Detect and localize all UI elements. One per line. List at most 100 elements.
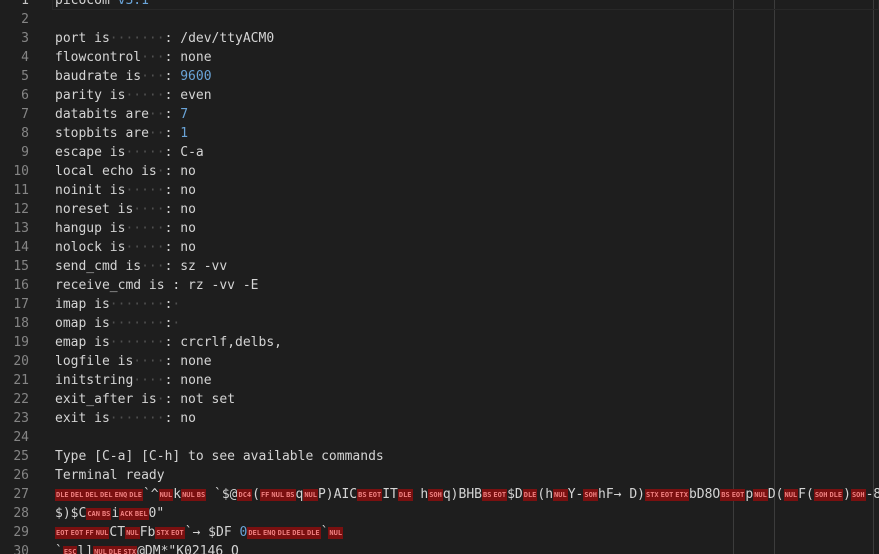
code-line[interactable]: 6 parity is·····: even [0, 86, 879, 105]
code-line[interactable]: 29 EOT EOT FF NULCTNULFbSTX EOT`→ $DF 0DEL ENQ… [0, 523, 879, 542]
line-text[interactable]: local echo is·: no [55, 162, 196, 181]
code-line[interactable]: 3 port is·······: /dev/ttyACM0 [0, 29, 879, 48]
line-text[interactable]: nolock is·····: no [55, 238, 196, 257]
code-line[interactable]: 11 noinit is·····: no [0, 181, 879, 200]
line-text[interactable]: noreset is····: no [55, 200, 196, 219]
code-line[interactable]: 1 picocom v3.1 [0, 0, 879, 10]
line-text[interactable]: DLE DEL DEL DEL ENQ DLE`^NULkNUL BS `$@DC4(FF N… [55, 485, 879, 504]
code-line[interactable]: 20 logfile is····: none [0, 352, 879, 371]
line-text[interactable]: escape is·····: C-a [55, 143, 204, 162]
line-number: 10 [13, 164, 29, 179]
whitespace-marker: ······· [109, 335, 165, 350]
line-text[interactable]: picocom v3.1 [55, 0, 149, 10]
text-token: : [164, 107, 181, 122]
line-number: 22 [13, 392, 29, 407]
line-text[interactable]: $)$CCAN BSiACK BEL0" [55, 504, 164, 523]
line-number: 30 [13, 544, 29, 554]
code-line[interactable]: 2 [0, 10, 879, 29]
code-line[interactable]: 27 DLE DEL DEL DEL ENQ DLE`^NULkNUL BS `$@DC4(F… [0, 485, 879, 504]
code-line[interactable]: 26 Terminal ready [0, 466, 879, 485]
line-text[interactable]: exit_after is·: not set [55, 390, 235, 409]
text-token: bD8O [688, 487, 721, 502]
line-text[interactable]: receive_cmd is : rz -vv -E [55, 276, 259, 295]
line-number: 28 [13, 506, 29, 521]
code-line[interactable]: 15 send_cmd is···: sz -vv [0, 257, 879, 276]
line-text[interactable]: send_cmd is···: sz -vv [55, 257, 227, 276]
line-number: 6 [21, 88, 29, 103]
control-char-badge: BS [720, 489, 731, 501]
text-token: exit_after is [55, 392, 157, 407]
text-token: `$@ [206, 487, 238, 502]
code-line[interactable]: 23 exit is·······: no [0, 409, 879, 428]
line-text[interactable]: emap is·······: crcrlf,delbs, [55, 333, 282, 352]
code-line[interactable]: 22 exit_after is·: not set [0, 390, 879, 409]
line-text[interactable]: databits are··: 7 [55, 105, 188, 124]
control-char-badge: EOT [55, 527, 70, 539]
line-text[interactable]: `ESCl]NUL DLE STX@DM*"K02146 O [55, 542, 239, 554]
code-line[interactable]: 25 Type [C-a] [C-h] to see available comm… [0, 447, 879, 466]
code-line[interactable]: 9 escape is·····: C-a [0, 143, 879, 162]
line-number: 5 [21, 69, 29, 84]
line-text[interactable]: hangup is·····: no [55, 219, 196, 238]
line-text[interactable]: parity is·····: even [55, 86, 212, 105]
line-text[interactable]: omap is·······:· [55, 314, 180, 333]
code-line[interactable]: 28 $)$CCAN BSiACK BEL0" [0, 504, 879, 523]
text-token: P)AIC [317, 487, 358, 502]
whitespace-marker: ····· [125, 145, 165, 160]
whitespace-marker: ·· [148, 126, 165, 141]
line-text[interactable]: stopbits are··: 1 [55, 124, 188, 143]
text-token: emap is [55, 335, 110, 350]
code-line[interactable]: 14 nolock is·····: no [0, 238, 879, 257]
control-char-badge: BS [481, 489, 493, 501]
code-line[interactable]: 17 imap is·······:· [0, 295, 879, 314]
code-line[interactable]: 5 baudrate is···: 9600 [0, 67, 879, 86]
code-line[interactable]: 24 [0, 428, 879, 447]
text-area[interactable]: 1 picocom v3.1 2 3 port is·······: /dev/ttyA… [0, 0, 879, 554]
control-char-badge: SOH [428, 489, 443, 501]
line-text[interactable]: port is·······: /dev/ttyACM0 [55, 29, 274, 48]
code-line[interactable]: 30 `ESCl]NUL DLE STX@DM*"K02146 O [0, 542, 879, 554]
text-token: ` [320, 525, 329, 540]
code-line[interactable]: 18 omap is·······:· [0, 314, 879, 333]
line-number: 20 [13, 354, 29, 369]
code-line[interactable]: 12 noreset is····: no [0, 200, 879, 219]
line-number: 11 [13, 183, 29, 198]
code-line[interactable]: 7 databits are··: 7 [0, 105, 879, 124]
control-char-badge: DEL [247, 527, 262, 539]
editor-view[interactable]: 1 picocom v3.1 2 3 port is·······: /dev/ttyA… [0, 0, 879, 554]
text-token: CT [109, 525, 126, 540]
code-line[interactable]: 10 local echo is·: no [0, 162, 879, 181]
line-text[interactable]: initstring····: none [55, 371, 212, 390]
number-token: 7 [180, 107, 189, 122]
control-char-badge: DC4 [237, 489, 253, 501]
code-line[interactable]: 19 emap is·······: crcrlf,delbs, [0, 333, 879, 352]
line-number: 3 [21, 31, 29, 46]
line-text[interactable]: EOT EOT FF NULCTNULFbSTX EOT`→ $DF 0DEL ENQ DL… [55, 523, 344, 542]
line-text[interactable]: logfile is····: none [55, 352, 212, 371]
code-line[interactable]: 13 hangup is·····: no [0, 219, 879, 238]
line-text[interactable]: Terminal ready [55, 466, 165, 485]
text-token: local echo is [55, 164, 157, 179]
line-text[interactable]: exit is·······: no [55, 409, 196, 428]
control-char-badge: NUL [93, 546, 108, 554]
line-text[interactable]: noinit is·····: no [55, 181, 196, 200]
control-char-badge: NUL [753, 489, 768, 501]
code-line[interactable]: 8 stopbits are··: 1 [0, 124, 879, 143]
line-text[interactable]: Type [C-a] [C-h] to see available comman… [55, 447, 384, 466]
code-line[interactable]: 4 flowcontrol···: none [0, 48, 879, 67]
text-token: h [412, 487, 429, 502]
line-text[interactable]: baudrate is···: 9600 [55, 67, 212, 86]
control-char-badge: DEL [98, 489, 114, 501]
text-token: : [164, 69, 181, 84]
line-text[interactable]: flowcontrol···: none [55, 48, 212, 67]
line-number: 8 [21, 126, 29, 141]
control-char-badge: NUL [270, 489, 286, 501]
code-line[interactable]: 16 receive_cmd is : rz -vv -E [0, 276, 879, 295]
text-token: k [173, 487, 182, 502]
control-char-badge: DLE [107, 546, 123, 554]
text-token: `^ [142, 487, 159, 502]
whitespace-marker: ··· [141, 50, 165, 65]
text-token: F( [798, 487, 814, 502]
code-line[interactable]: 21 initstring····: none [0, 371, 879, 390]
line-text[interactable]: imap is·······:· [55, 295, 180, 314]
